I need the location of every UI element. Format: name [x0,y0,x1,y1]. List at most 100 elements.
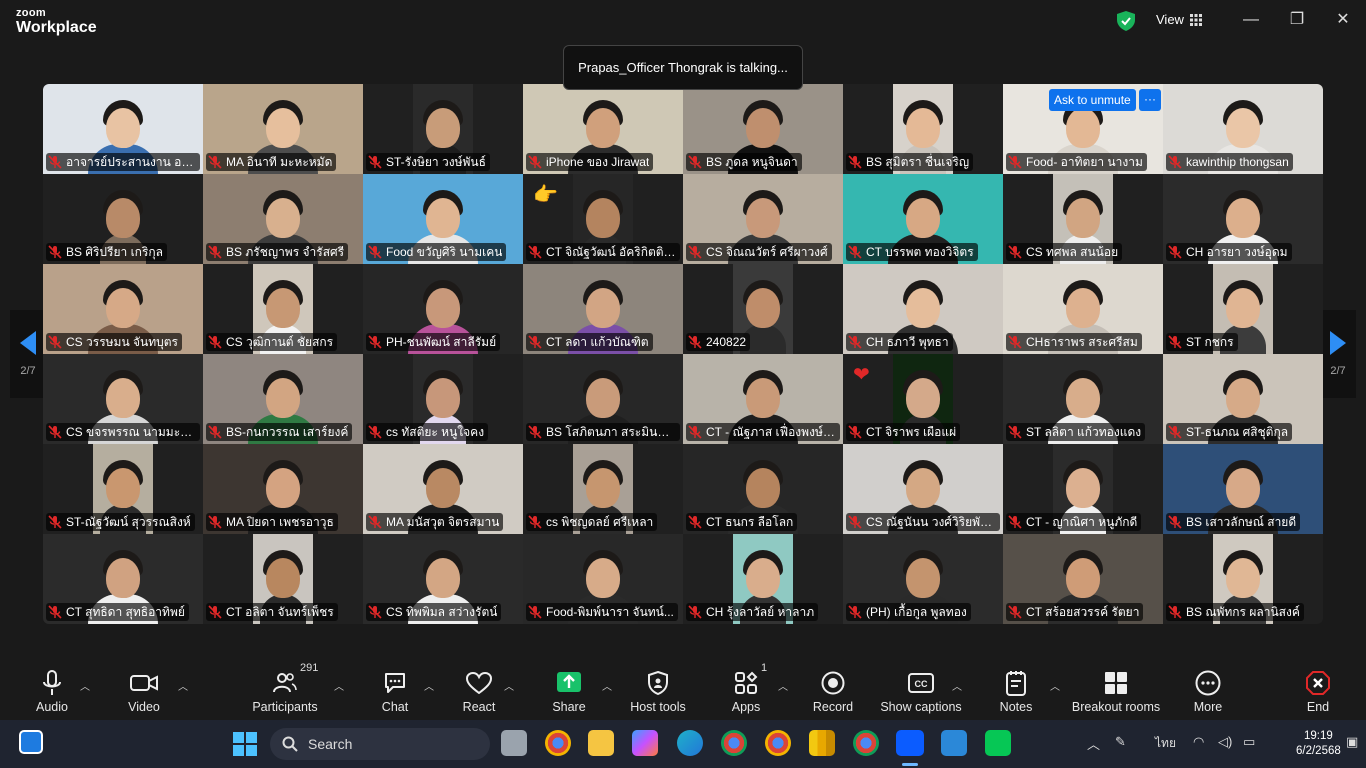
ask-to-unmute-button[interactable]: Ask to unmute [1049,89,1136,111]
participant-tile[interactable]: CH รุ้งลาวัลย์ หาลาภ [683,534,843,624]
view-button[interactable]: View [1156,12,1202,27]
notepad-icon[interactable] [941,730,967,756]
participant-tile[interactable]: BS เสาวลักษณ์ สายดี [1163,444,1323,534]
volume-icon[interactable]: ◁) [1218,734,1232,750]
participant-tile[interactable]: CS จิณณวัตร์ ศรีผาวงศ์ [683,174,843,264]
participant-face [906,288,940,328]
participant-tile[interactable]: CT บรรพต ทองวิจิตร [843,174,1003,264]
participant-tile[interactable]: BS ศิริปรียา เกริกุล [43,174,203,264]
participant-tile[interactable]: CH ธภาวี พุทธา [843,264,1003,354]
taskbar-search[interactable]: Search [270,728,490,760]
next-page-button[interactable]: 2/7 [1320,310,1356,398]
more-button[interactable]: More [1158,668,1258,714]
widgets-icon[interactable] [19,730,43,754]
battery-icon[interactable]: ▭ [1243,734,1255,750]
participant-tile[interactable]: CT อลิตา จันทร์เพ็ชร [203,534,363,624]
participant-name: ST-ณัฐวัฒน์ สุวรรณสิงห์ [66,514,191,529]
system-clock[interactable]: 19:19 6/2/2568 [1296,729,1341,759]
close-icon[interactable]: ✕ [1333,10,1353,30]
participant-tile[interactable]: CS ขจรพรรณ นามมะปราง [43,354,203,444]
input-language[interactable]: ไทย [1155,734,1176,753]
participant-tile[interactable]: BS ภรัชญาพร จำรัสศรี [203,174,363,264]
participant-tile[interactable]: (PH) เกื้อกูล พูลทอง [843,534,1003,624]
participant-tile[interactable]: MA มนัสวุต จิตรสมาน [363,444,523,534]
participant-tile[interactable]: cs ทัสติยะ หนูใจคง [363,354,523,444]
chrome-profile-icon[interactable] [721,730,747,756]
participant-tile[interactable]: ST ลลิตา แก้วทองแดง [1003,354,1163,444]
participant-tile[interactable]: Food ขวัญศิริ นามเคน [363,174,523,264]
participant-tile[interactable]: CT ลดา แก้วบัณฑิต [523,264,683,354]
mic-muted-icon [208,335,222,349]
participant-tile[interactable]: CS ณัฐนันน วงศ์วิริยพัฒ... [843,444,1003,534]
video-options-caret-icon[interactable]: ︿ [178,678,188,693]
participant-tile[interactable]: CS ทิพพิมล สว่างรัตน์ [363,534,523,624]
participant-tile[interactable]: CH อารยา วงษ์อุดม [1163,174,1323,264]
participants-options-caret-icon[interactable]: ︿ [334,678,344,693]
edge-icon[interactable] [677,730,703,756]
captions-options-caret-icon[interactable]: ︿ [952,678,962,693]
participant-tile[interactable]: PH-ชนพัฒน์ สาลีรัมย์ [363,264,523,354]
participant-tile[interactable]: kawinthip thongsan [1163,84,1323,174]
participant-tile[interactable]: BS ณพัทกร ผลานิสงค์ [1163,534,1323,624]
react-options-caret-icon[interactable]: ︿ [504,678,514,693]
participant-tile[interactable]: MA อินาที มะหะหมัด [203,84,363,174]
tray-overflow-chevron-icon[interactable]: ︿ [1087,734,1100,753]
participant-tile[interactable]: BS โสภิตนภา สระมินสิงห์ [523,354,683,444]
participant-nametag: MA มนัสวุต จิตรสมาน [366,513,504,531]
page-indicator-left: 2/7 [20,365,36,377]
windows-start-icon[interactable] [232,731,258,757]
breakout-rooms-button[interactable]: Breakout rooms [1066,668,1166,714]
participant-tile[interactable]: BS ภูดล หนูจินดา [683,84,843,174]
copilot-icon[interactable] [632,730,658,756]
record-button[interactable]: Record [783,668,883,714]
participant-tile[interactable]: CT ธนกร ลือโลก [683,444,843,534]
participant-tile[interactable]: CT - ญาณิศา หนูภักดี [1003,444,1163,534]
security-shield-icon[interactable] [1117,11,1135,31]
participants-button[interactable]: Participants [235,668,335,714]
task-view-icon[interactable] [501,730,527,756]
tile-more-button[interactable]: ··· [1139,89,1161,111]
participant-tile[interactable]: CT สร้อยสวรรค์ รัตยา [1003,534,1163,624]
pen-icon[interactable]: ✎ [1115,734,1126,750]
end-meeting-button[interactable]: End [1268,668,1366,714]
file-explorer-icon[interactable] [588,730,614,756]
participant-tile[interactable]: ST-ณัฐวัฒน์ สุวรรณสิงห์ [43,444,203,534]
participant-tile[interactable]: ST-ธนภณ ศสิชุติกุล [1163,354,1323,444]
participant-tile[interactable]: cs พิชญดลย์ ศรีเหลา [523,444,683,534]
previous-page-button[interactable]: 2/7 [10,310,46,398]
participant-tile[interactable]: Food-พิมพ์นารา จันทน์... [523,534,683,624]
power-bi-icon[interactable] [809,730,835,756]
participant-name: BS โสภิตนภา สระมินสิงห์ [546,424,676,439]
participant-name: Food-พิมพ์นารา จันทน์... [546,604,674,619]
participant-tile[interactable]: ST กชกร [1163,264,1323,354]
minimize-icon[interactable]: — [1241,10,1261,30]
participant-tile[interactable]: BS-กนกวรรณ เสาร์ยงค์ [203,354,363,444]
chrome-profile-2-icon[interactable] [765,730,791,756]
chrome-icon[interactable] [545,730,571,756]
mic-muted-icon [1008,605,1022,619]
participant-name: CT จิราพร เผือแผ่ [866,424,957,439]
notification-bell-icon[interactable]: ▣ [1346,734,1358,750]
notes-options-caret-icon[interactable]: ︿ [1050,678,1060,693]
participant-tile[interactable]: BS สุมิตรา ชื่นเจริญ [843,84,1003,174]
participant-tile[interactable]: CS วุฒิกานต์ ชัยสกร [203,264,363,354]
restore-icon[interactable]: ❐ [1287,10,1307,30]
participant-tile[interactable]: CS วรรษมน จันทบุตร [43,264,203,354]
participant-tile[interactable]: CT - ณัฐภาส เฟื่องพงษ์พ... [683,354,843,444]
chrome-profile-3-icon[interactable] [853,730,879,756]
participant-tile[interactable]: อาจารย์ประสานงาน อ. จิร... [43,84,203,174]
participant-tile[interactable]: CS ทศพล สนน้อย [1003,174,1163,264]
zoom-app-icon[interactable] [896,730,924,756]
audio-options-caret-icon[interactable]: ︿ [80,678,90,693]
participant-tile[interactable]: ST-รังษิยา วงษ์พันธ์ [363,84,523,174]
participant-tile[interactable]: MA ปิยดา เพชรอาวุธ [203,444,363,534]
wifi-icon[interactable]: ◠ [1193,734,1204,750]
host-tools-button[interactable]: Host tools [608,668,708,714]
mic-muted-icon [688,335,702,349]
line-app-icon[interactable] [985,730,1011,756]
participant-tile[interactable]: CHธาราพร สระศรีสม [1003,264,1163,354]
participant-tile[interactable]: 240822 [683,264,843,354]
participant-tile[interactable]: CT สุทธิดา สุทธิอาทิพย์ [43,534,203,624]
participant-tile[interactable]: iPhone ของ Jirawat [523,84,683,174]
react-button[interactable]: React [429,668,529,714]
